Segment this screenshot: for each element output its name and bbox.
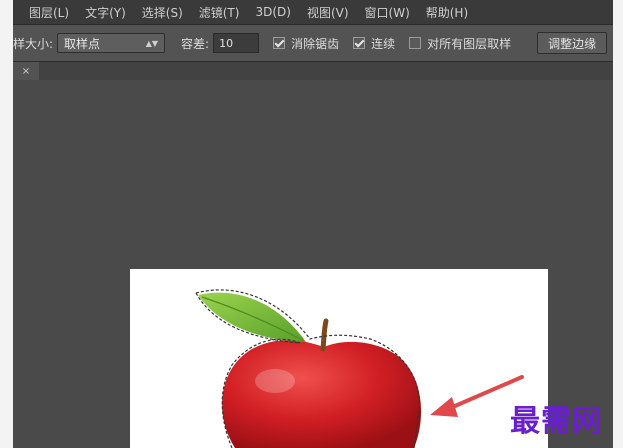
apple-body <box>222 340 422 448</box>
apple-image <box>195 289 524 448</box>
pointer-arrow <box>430 375 524 417</box>
menu-layer[interactable]: 图层(L) <box>13 4 77 21</box>
dropdown-arrow-icon: ▲▼ <box>145 38 159 48</box>
apple-stem <box>320 318 329 352</box>
tolerance-input[interactable]: 10 <box>213 33 260 53</box>
menu-help[interactable]: 帮助(H) <box>418 4 476 21</box>
menu-type[interactable]: 文字(Y) <box>77 4 134 21</box>
menu-select[interactable]: 选择(S) <box>134 4 191 21</box>
close-icon[interactable]: × <box>22 66 30 77</box>
sample-all-layers-checkbox[interactable]: 对所有图层取样 <box>409 35 511 52</box>
checkbox-unchecked-icon <box>409 37 422 49</box>
photoshop-window: 图层(L) 文字(Y) 选择(S) 滤镜(T) 3D(D) 视图(V) 窗口(W… <box>0 0 623 448</box>
sample-size-label: 样大小: <box>13 36 54 51</box>
right-border <box>613 0 623 448</box>
sample-size-select[interactable]: 取样点 ▲▼ <box>57 33 166 53</box>
menu-bar: 图层(L) 文字(Y) 选择(S) 滤镜(T) 3D(D) 视图(V) 窗口(W… <box>13 0 613 25</box>
canvas-area <box>13 80 613 448</box>
workspace: 图层(L) 文字(Y) 选择(S) 滤镜(T) 3D(D) 视图(V) 窗口(W… <box>13 0 613 448</box>
menu-view[interactable]: 视图(V) <box>299 4 357 21</box>
contiguous-label: 连续 <box>371 36 396 51</box>
tolerance-label: 容差: <box>181 36 210 51</box>
menu-filter[interactable]: 滤镜(T) <box>191 4 248 21</box>
document-canvas[interactable] <box>130 269 548 448</box>
document-tab-row: × <box>13 62 613 80</box>
checkbox-checked-icon <box>353 37 366 49</box>
left-border <box>0 0 13 448</box>
refine-edge-button[interactable]: 调整边缘 <box>537 32 608 54</box>
antialias-label: 消除锯齿 <box>291 36 340 51</box>
contiguous-checkbox[interactable]: 连续 <box>353 35 395 52</box>
watermark-logo: 最需网 <box>510 404 603 439</box>
menu-window[interactable]: 窗口(W) <box>357 4 418 21</box>
document-tab[interactable]: × <box>13 62 39 80</box>
sample-size-value: 取样点 <box>64 36 101 51</box>
options-bar: 样大小: 取样点 ▲▼ 容差: 10 消除锯齿 连续 对所有图层取样 调整边缘 <box>13 25 613 62</box>
antialias-checkbox[interactable]: 消除锯齿 <box>273 35 339 52</box>
apple-highlight <box>255 369 295 393</box>
sample-all-layers-label: 对所有图层取样 <box>427 36 512 51</box>
menu-3d[interactable]: 3D(D) <box>247 5 298 19</box>
checkbox-checked-icon <box>273 37 286 49</box>
